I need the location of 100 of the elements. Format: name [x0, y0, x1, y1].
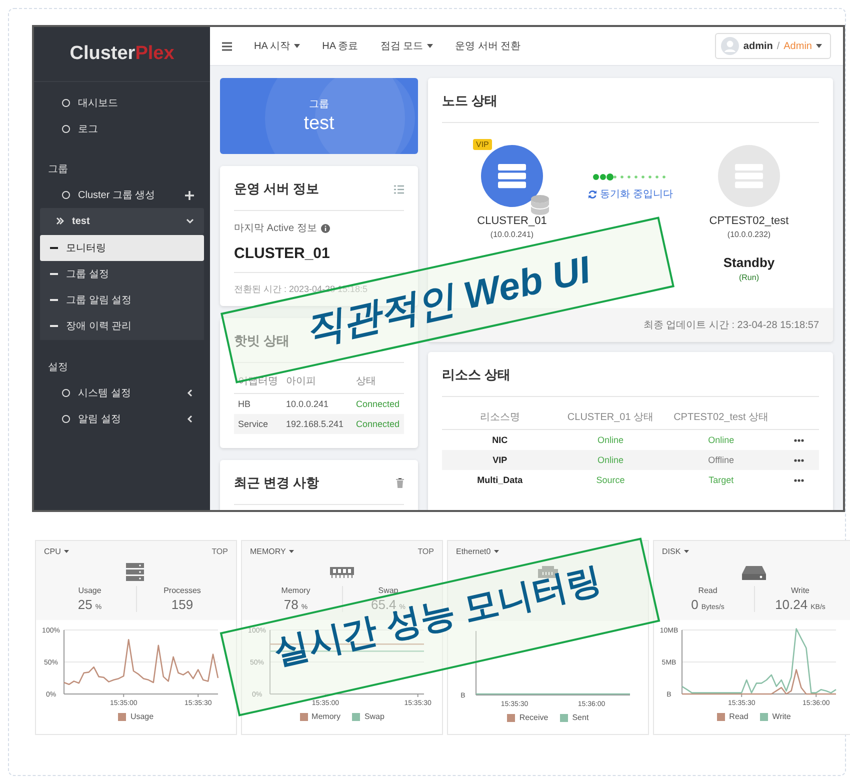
metric-dropdown[interactable]: DISK — [662, 547, 689, 556]
resource-state: Target — [708, 474, 735, 487]
more-icon[interactable] — [794, 438, 804, 442]
sidebar-item[interactable]: 대시보드 — [40, 90, 204, 116]
metric-dropdown[interactable]: MEMORY — [250, 547, 294, 556]
resource-state: Online — [558, 450, 664, 470]
sync-status: 동기화 중입니다 — [600, 188, 673, 201]
sidebar-item[interactable]: 모니터링 — [40, 235, 204, 261]
resource-name: VIP — [442, 450, 558, 470]
menu-icon — [222, 42, 232, 50]
card-title: 최근 변경 사항 — [234, 474, 320, 492]
card-title: 리소스 상태 — [442, 366, 511, 384]
user-role: Admin — [784, 40, 812, 52]
plus-icon — [185, 190, 194, 200]
caret-down-icon — [288, 550, 294, 553]
nav-menu-item[interactable]: 점검 모드 — [380, 39, 434, 53]
stat-value: 10.24 — [775, 597, 808, 612]
table-cell-text: HB — [237, 398, 252, 411]
column-header: 리소스명 — [442, 405, 558, 430]
stat-label: Write — [790, 586, 810, 595]
nav-menu-item[interactable]: HA 종료 — [322, 39, 358, 53]
sidebar-item[interactable]: test — [40, 208, 204, 234]
table-cell: 192.168.5.241 — [282, 414, 352, 434]
column-header: 아이피 — [282, 369, 352, 394]
table-cell-text: 10.0.0.241 — [285, 398, 330, 411]
column-header: CPTEST02_test 상태 — [663, 405, 779, 430]
metric-dropdown[interactable]: Ethernet0 — [456, 547, 499, 556]
double-chevron-icon — [56, 217, 64, 225]
resource-state: Online — [707, 434, 736, 447]
caret-down-icon — [816, 44, 822, 48]
legend-swatch — [352, 712, 360, 720]
legend-label: Usage — [130, 712, 154, 721]
table-cell: Connected — [352, 414, 404, 434]
dash-icon — [50, 273, 58, 275]
legend-swatch — [118, 712, 126, 720]
card-title: 운영 서버 정보 — [234, 180, 320, 198]
sidebar-item[interactable]: 그룹 설정 — [40, 261, 204, 287]
separator: / — [776, 40, 780, 52]
node-name: CLUSTER_01 — [477, 215, 547, 227]
table-cell-text: Connected — [355, 398, 401, 411]
field-label: 마지막 Active 정보 — [234, 222, 317, 235]
resource-name: NIC — [491, 434, 509, 447]
legend-swatch — [717, 712, 726, 720]
more-icon[interactable] — [794, 458, 804, 462]
stat-value: 0 — [691, 597, 698, 612]
active-server-name: CLUSTER_01 — [234, 245, 331, 262]
table-cell: Service — [234, 414, 282, 434]
user-menu-button[interactable]: admin / Admin — [715, 33, 831, 59]
sidebar-item[interactable]: 시스템 설정 — [40, 380, 204, 406]
sidebar-item[interactable]: 알림 설정 — [40, 406, 204, 432]
caret-down-icon — [494, 550, 499, 553]
nav-menu-item[interactable]: HA 시작 — [254, 39, 300, 53]
legend-swatch — [760, 712, 768, 720]
legend-swatch — [300, 712, 308, 720]
resource-state: Offline — [663, 450, 779, 470]
nav-menu-item[interactable]: 운영 서버 전환 — [455, 39, 521, 53]
dash-icon — [50, 325, 58, 327]
caret-down-icon — [427, 44, 434, 48]
legend-label: Read — [729, 712, 748, 721]
top-link[interactable]: TOP — [418, 547, 434, 556]
stat-label: Usage — [78, 586, 102, 595]
node-run-status: (Run) — [738, 273, 759, 282]
metric-dropdown[interactable]: CPU — [44, 547, 69, 556]
stat-value: 25 — [78, 597, 92, 612]
sidebar-item[interactable]: 로그 — [40, 116, 204, 142]
circle-icon — [62, 389, 70, 397]
info-icon — [320, 224, 330, 232]
circle-icon — [62, 191, 70, 199]
column-header: 상태 — [352, 369, 404, 394]
circle-icon — [62, 415, 70, 423]
database-icon — [531, 195, 549, 215]
resource-state: Source — [595, 474, 626, 487]
caret-down-icon — [64, 550, 69, 553]
vip-badge: VIP — [473, 139, 492, 150]
dash-icon — [50, 247, 58, 249]
section-title: 설정 — [48, 361, 69, 374]
dash-icon — [50, 299, 58, 301]
circle-icon — [62, 125, 70, 133]
stat-label: Memory — [281, 586, 310, 595]
section-title: 그룹 — [48, 163, 69, 176]
more-icon[interactable] — [794, 478, 804, 482]
resource-state: Online — [596, 434, 624, 447]
group-name: test — [304, 113, 334, 135]
node-name: CPTEST02_test — [709, 215, 789, 227]
sync-icon — [588, 190, 598, 198]
circle-icon — [62, 99, 70, 107]
caret-down-icon — [294, 44, 300, 48]
user-name: admin — [743, 40, 773, 52]
sync-progress-icon — [592, 173, 668, 181]
legend-label: Write — [772, 712, 791, 721]
caret-down-icon — [684, 550, 689, 553]
stat-value: 78 — [284, 597, 298, 612]
column-header: CLUSTER_01 상태 — [558, 405, 664, 430]
card-title: 핫빗 상태 — [234, 332, 290, 350]
node-ip: (10.0.0.241) — [490, 230, 534, 239]
sidebar-item[interactable]: 그룹 알림 설정 — [40, 287, 204, 313]
sidebar-item[interactable]: Cluster 그룹 생성 — [40, 182, 204, 208]
sidebar-item[interactable]: 장애 이력 관리 — [40, 313, 204, 339]
node-state: Standby — [723, 255, 775, 270]
stat-value: 159 — [171, 597, 194, 612]
